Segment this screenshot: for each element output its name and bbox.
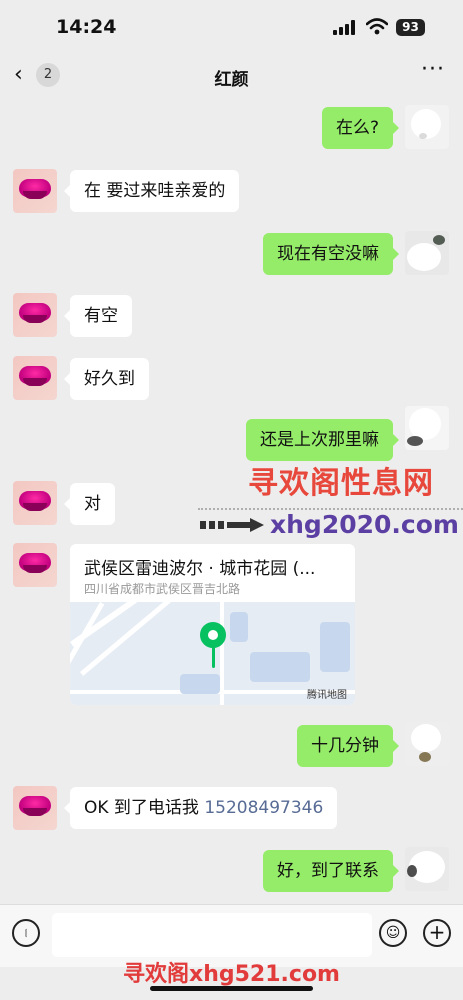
plus-icon[interactable]: + [423, 919, 451, 947]
voice-icon[interactable]: ⧙ [12, 919, 40, 947]
wifi-icon [366, 18, 388, 35]
message-bubble-self[interactable]: 好，到了联系 [263, 850, 399, 892]
emoji-icon[interactable]: ☺ [379, 919, 407, 947]
message-bubble-self[interactable]: 现在有空没嘛 [263, 233, 399, 275]
message-bubble-self[interactable]: 在么? [321, 107, 400, 149]
status-time: 14:24 [56, 16, 117, 38]
contact-avatar[interactable] [13, 293, 57, 337]
location-pin-stick [212, 646, 215, 668]
self-avatar[interactable] [405, 105, 449, 149]
contact-avatar[interactable] [13, 786, 57, 830]
map-thumbnail[interactable]: 腾讯地图 [70, 602, 355, 705]
watermark-text: 寻欢阁性息网 [248, 466, 434, 501]
message-input[interactable] [52, 913, 372, 957]
message-bubble-self[interactable]: 十几分钟 [297, 725, 399, 767]
signal-icon [333, 20, 355, 35]
message-bubble-other[interactable]: 有空 [64, 295, 132, 337]
self-avatar[interactable] [405, 406, 449, 450]
status-bar: 14:24 93 [0, 0, 463, 56]
message-text: OK 到了电话我 [84, 798, 199, 818]
location-address: 四川省成都市武侯区晋吉北路 [84, 582, 241, 596]
contact-avatar[interactable] [13, 481, 57, 525]
message-bubble-other[interactable]: 在 要过来哇亲爱的 [63, 170, 240, 212]
watermark-url: xhg2020.com [270, 510, 459, 539]
arrow-icon [200, 518, 264, 532]
self-avatar[interactable] [405, 722, 449, 766]
chat-header: ‹ 2 红颜 ··· [0, 56, 463, 94]
message-bubble-other[interactable]: OK 到了电话我 15208497346 [63, 787, 338, 829]
chat-title: 红颜 [214, 70, 249, 90]
self-avatar[interactable] [405, 847, 449, 891]
contact-avatar[interactable] [13, 356, 57, 400]
battery-icon: 93 [396, 19, 425, 36]
self-avatar[interactable] [405, 231, 449, 275]
message-bubble-other[interactable]: 对 [64, 483, 115, 525]
map-provider-label: 腾讯地图 [307, 690, 347, 701]
watermark-bottom: 寻欢阁xhg521.com [123, 962, 340, 987]
location-title: 武侯区雷迪波尔 · 城市花园 (... [84, 559, 316, 579]
message-bubble-self[interactable]: 还是上次那里嘛 [246, 419, 399, 461]
more-icon[interactable]: ··· [421, 57, 445, 82]
home-indicator[interactable] [150, 986, 313, 991]
location-pin-icon [200, 622, 226, 648]
location-card[interactable]: 武侯区雷迪波尔 · 城市花园 (... 四川省成都市武侯区晋吉北路 腾讯地图 [70, 544, 355, 705]
message-bubble-other[interactable]: 好久到 [64, 358, 149, 400]
phone-link[interactable]: 15208497346 [204, 798, 323, 818]
contact-avatar[interactable] [13, 169, 57, 213]
contact-avatar[interactable] [13, 543, 57, 587]
